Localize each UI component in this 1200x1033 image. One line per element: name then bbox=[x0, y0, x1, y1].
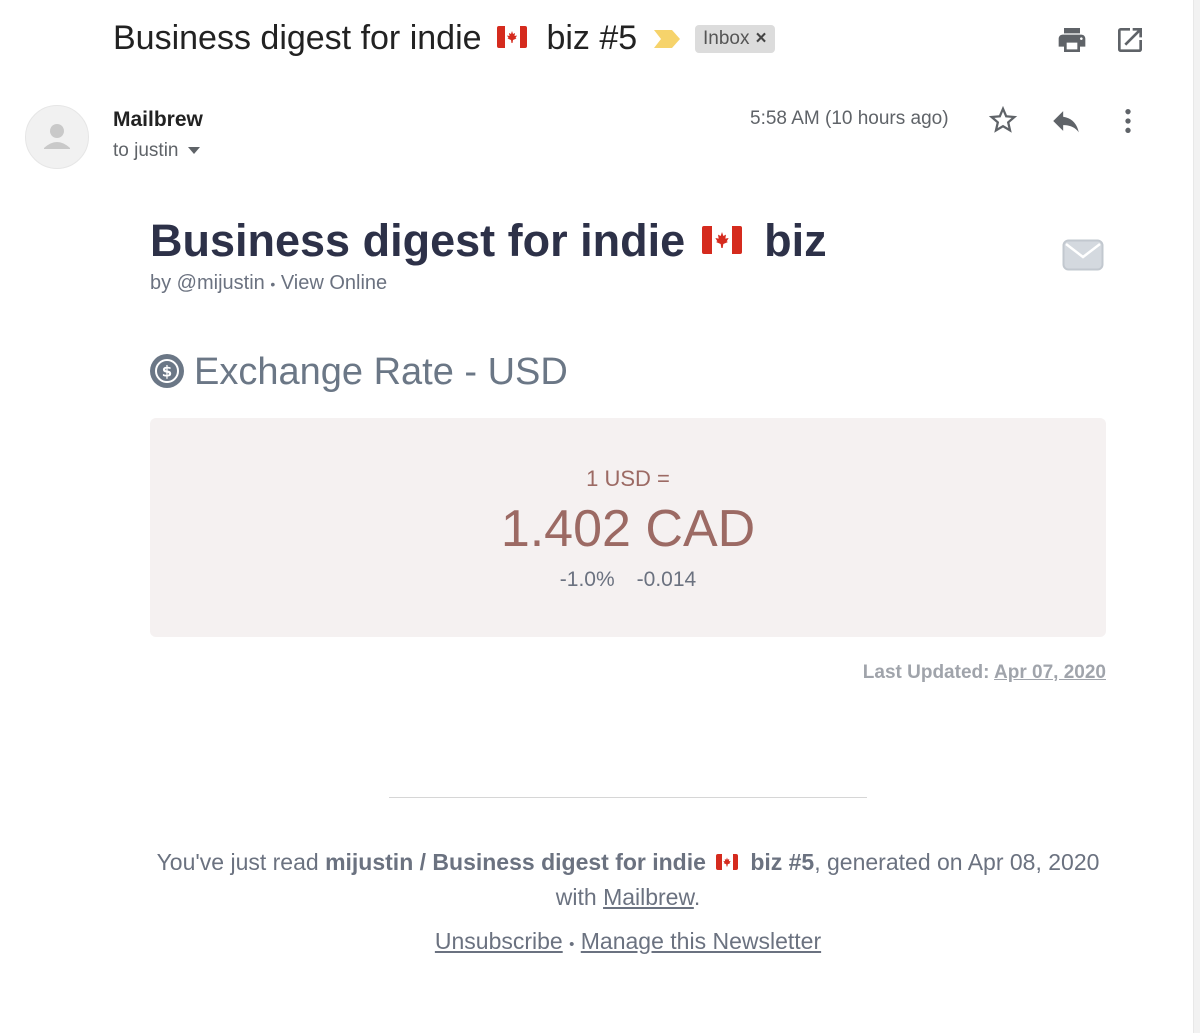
reply-icon[interactable] bbox=[1048, 104, 1084, 138]
byline: by @mijustin • View Online bbox=[150, 272, 387, 295]
importance-marker-icon[interactable] bbox=[654, 30, 680, 53]
svg-text:$: $ bbox=[162, 363, 172, 381]
star-icon[interactable] bbox=[986, 103, 1020, 137]
sender-avatar[interactable] bbox=[25, 105, 89, 169]
remove-label-button[interactable]: × bbox=[755, 28, 766, 49]
mailbrew-link[interactable]: Mailbrew bbox=[603, 884, 694, 910]
unsubscribe-link[interactable]: Unsubscribe bbox=[435, 928, 563, 954]
subject-text: Business digest for indie bbox=[113, 19, 482, 57]
last-updated-label: Last Updated: bbox=[862, 662, 990, 683]
canada-flag-icon bbox=[701, 226, 742, 255]
newsletter-title-text: Business digest for indie bbox=[150, 215, 686, 266]
last-updated: Last Updated: Apr 07, 2020 bbox=[863, 662, 1106, 684]
message-timestamp: 5:58 AM (10 hours ago) bbox=[750, 108, 949, 129]
byline-author: by @mijustin bbox=[150, 272, 265, 294]
footer-divider bbox=[389, 797, 867, 798]
percent-change: -1.0% bbox=[559, 568, 615, 591]
rate-changes: -1.0% -0.014 bbox=[150, 568, 1106, 592]
sender-name[interactable]: Mailbrew bbox=[113, 108, 203, 132]
envelope-icon bbox=[1062, 238, 1104, 272]
subject-suffix: biz #5 bbox=[546, 19, 638, 57]
footer-digest-name: mijustin / Business digest for indie bbox=[325, 849, 706, 875]
footer-digest-suffix: biz #5 bbox=[750, 849, 815, 875]
absolute-change: -0.014 bbox=[636, 568, 697, 591]
footer-with: with bbox=[555, 884, 597, 910]
footer-period: . bbox=[693, 884, 701, 910]
exchange-rate-card: 1 USD = 1.402 CAD -1.0% -0.014 bbox=[150, 418, 1106, 637]
recipient-text: to justin bbox=[113, 140, 179, 161]
view-online-link[interactable]: View Online bbox=[281, 272, 387, 294]
footer-links-separator: • bbox=[569, 936, 575, 953]
email-subject: Business digest for indie biz #5 bbox=[113, 16, 637, 60]
footer-generated: , generated on Apr 08, 2020 bbox=[814, 849, 1100, 875]
dollar-circle-icon: $ bbox=[150, 354, 184, 388]
chevron-down-icon[interactable] bbox=[188, 147, 201, 155]
footer-prefix: You've just read bbox=[156, 849, 319, 875]
newsletter-title-suffix: biz bbox=[764, 215, 827, 266]
rate-value: 1.402 CAD bbox=[500, 500, 756, 558]
canada-flag-icon bbox=[716, 853, 739, 870]
footer-links: Unsubscribe • Manage this Newsletter bbox=[150, 928, 1106, 955]
canada-flag-icon bbox=[497, 26, 527, 49]
section-heading: Exchange Rate - USD bbox=[194, 351, 568, 393]
more-options-icon[interactable] bbox=[1112, 104, 1144, 138]
open-in-new-window-icon[interactable] bbox=[1114, 24, 1146, 56]
rate-base-label: 1 USD = bbox=[586, 466, 670, 491]
inbox-label: Inbox bbox=[703, 28, 750, 49]
print-icon[interactable] bbox=[1056, 24, 1088, 56]
inbox-label-chip: Inbox × bbox=[695, 25, 775, 53]
newsletter-title: Business digest for indie biz bbox=[150, 213, 827, 269]
scrollbar[interactable] bbox=[1193, 0, 1200, 1033]
recipient-details[interactable]: to justin bbox=[113, 140, 201, 162]
manage-newsletter-link[interactable]: Manage this Newsletter bbox=[581, 928, 821, 954]
last-updated-date-link[interactable]: Apr 07, 2020 bbox=[994, 662, 1106, 683]
footer-text: You've just read mijustin / Business dig… bbox=[150, 845, 1106, 915]
person-icon bbox=[44, 124, 70, 149]
byline-separator: • bbox=[270, 276, 276, 292]
